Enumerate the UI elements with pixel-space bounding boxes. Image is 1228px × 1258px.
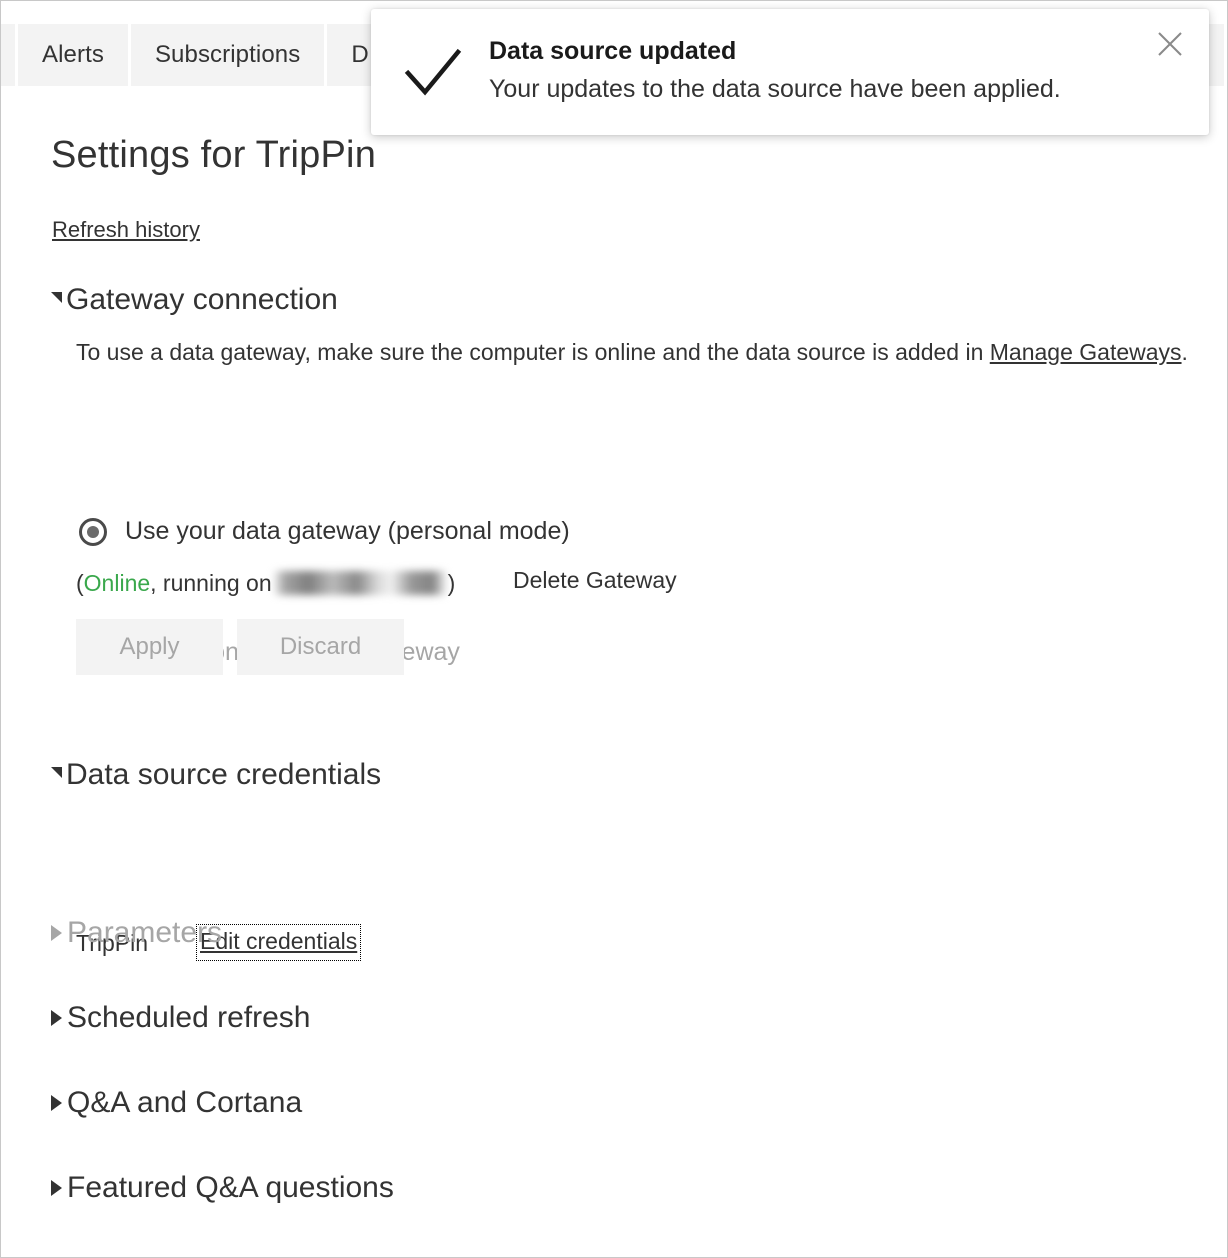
refresh-history-link[interactable]: Refresh history bbox=[52, 217, 200, 243]
section-header-scheduled-refresh[interactable]: Scheduled refresh bbox=[51, 1001, 311, 1035]
status-open-paren: ( bbox=[76, 570, 84, 596]
chevron-right-icon bbox=[51, 1010, 62, 1026]
tab-subscriptions[interactable]: Subscriptions bbox=[130, 24, 325, 86]
tab-subscriptions-label: Subscriptions bbox=[154, 41, 301, 68]
chevron-right-icon bbox=[51, 1095, 62, 1111]
toast-title: Data source updated bbox=[489, 37, 737, 65]
gateway-description-post: . bbox=[1181, 339, 1188, 365]
tab-alerts[interactable]: Alerts bbox=[18, 24, 128, 86]
section-header-qna-and-cortana[interactable]: Q&A and Cortana bbox=[51, 1086, 302, 1120]
section-header-parameters: Parameters bbox=[51, 916, 222, 950]
gateway-description: To use a data gateway, make sure the com… bbox=[76, 335, 1196, 369]
gateway-status: (Online, running on ) bbox=[76, 567, 455, 597]
manage-gateways-link[interactable]: Manage Gateways bbox=[990, 339, 1182, 365]
gateway-description-pre: To use a data gateway, make sure the com… bbox=[76, 339, 990, 365]
section-header-featured-qna-questions[interactable]: Featured Q&A questions bbox=[51, 1171, 394, 1205]
discard-button[interactable]: Discard bbox=[237, 619, 404, 675]
chevron-expanded-icon bbox=[51, 766, 62, 778]
section-title-data-source-credentials: Data source credentials bbox=[66, 758, 382, 791]
chevron-right-icon bbox=[51, 925, 62, 941]
notification-toast: Data source updated Your updates to the … bbox=[371, 9, 1209, 135]
chevron-right-icon bbox=[51, 1180, 62, 1196]
section-header-gateway-connection[interactable]: Gateway connection bbox=[51, 283, 338, 317]
radio-row-personal-gateway[interactable]: Use your data gateway (personal mode) bbox=[79, 517, 570, 546]
section-header-data-source-credentials[interactable]: Data source credentials bbox=[51, 758, 381, 792]
checkmark-icon bbox=[404, 48, 462, 96]
tab-partial-left[interactable] bbox=[1, 24, 15, 86]
chevron-expanded-icon bbox=[51, 291, 62, 303]
edit-credentials-link[interactable]: Edit credentials bbox=[195, 924, 362, 961]
radio-label-personal-gateway: Use your data gateway (personal mode) bbox=[125, 517, 570, 545]
close-icon[interactable] bbox=[1153, 27, 1187, 61]
section-title-parameters: Parameters bbox=[67, 916, 223, 949]
status-online-text: Online bbox=[83, 570, 151, 596]
status-close-paren: ) bbox=[447, 570, 456, 596]
page-title: Settings for TripPin bbox=[51, 134, 377, 176]
toast-message: Your updates to the data source have bee… bbox=[489, 75, 1061, 103]
section-title-qna-and-cortana: Q&A and Cortana bbox=[67, 1086, 303, 1119]
section-title-featured-qna-questions: Featured Q&A questions bbox=[67, 1171, 394, 1204]
radio-personal-gateway[interactable] bbox=[79, 517, 107, 546]
section-title-scheduled-refresh: Scheduled refresh bbox=[67, 1001, 311, 1034]
tab-alerts-label: Alerts bbox=[42, 41, 104, 68]
delete-gateway-link[interactable]: Delete Gateway bbox=[513, 567, 677, 594]
redacted-machine-name bbox=[273, 571, 446, 595]
apply-button[interactable]: Apply bbox=[76, 619, 223, 675]
tab-datasets-label: D bbox=[351, 41, 369, 68]
status-running-on-text: , running on bbox=[150, 570, 272, 596]
section-title-gateway-connection: Gateway connection bbox=[66, 283, 338, 316]
